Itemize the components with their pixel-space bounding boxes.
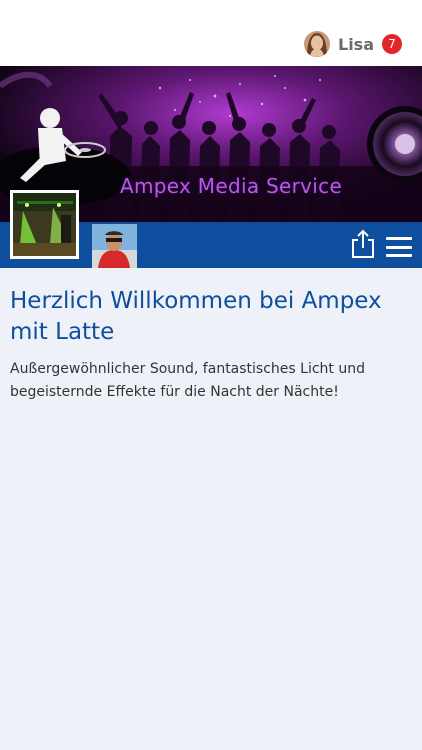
page-headline: Herzlich Willkommen bei Ampex mit Latte [10, 288, 382, 345]
user-avatar[interactable] [304, 31, 330, 57]
top-bar: Lisa 7 [0, 0, 422, 66]
menu-line [386, 237, 412, 240]
user-name[interactable]: Lisa [338, 35, 374, 54]
user-profile[interactable]: Lisa 7 [304, 30, 402, 58]
intro-text: Außergewöhnlicher Sound, fantastisches L… [10, 361, 365, 400]
main-content: Herzlich Willkommen bei Ampex mit Latte … [10, 286, 415, 404]
banner-title: Ampex Media Service [120, 174, 343, 198]
person-thumbnail[interactable] [92, 224, 137, 268]
menu-line [386, 254, 412, 257]
menu-line [386, 245, 412, 249]
share-icon [352, 229, 374, 258]
share-button[interactable] [350, 229, 376, 259]
notification-badge[interactable]: 7 [382, 34, 402, 54]
profile-thumbnail[interactable] [10, 190, 79, 259]
hamburger-menu-icon[interactable] [386, 237, 412, 257]
